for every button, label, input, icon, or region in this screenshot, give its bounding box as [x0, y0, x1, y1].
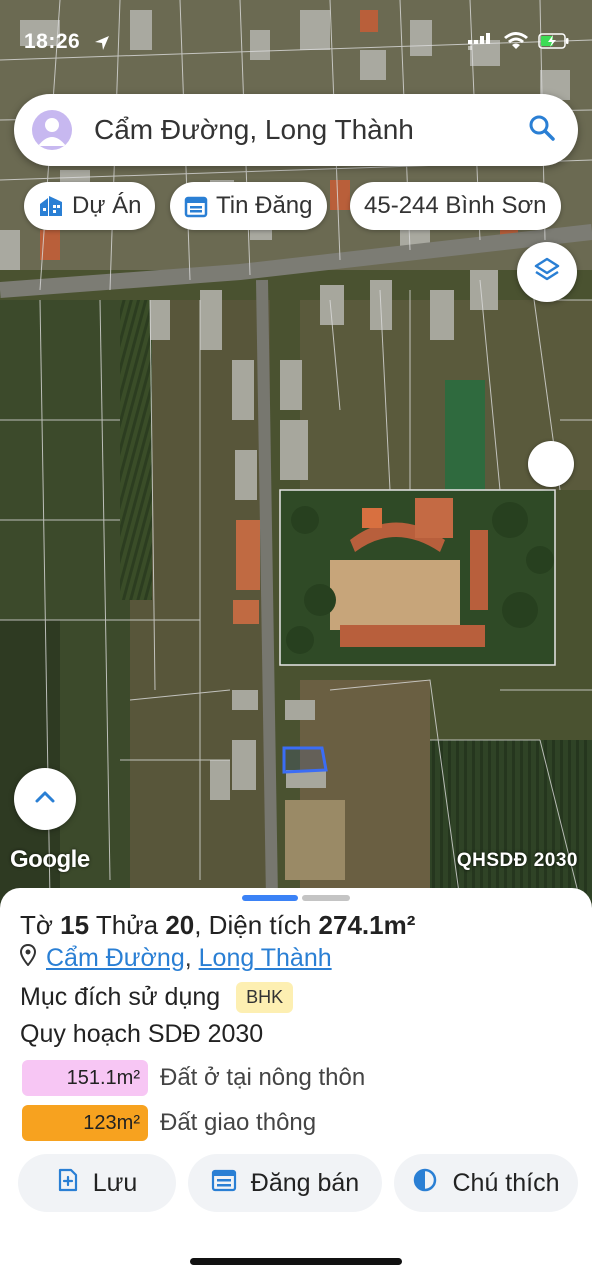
area-value: 274.1m²: [318, 910, 416, 940]
cellular-signal-icon: [468, 32, 494, 55]
save-button-label: Lưu: [92, 1168, 138, 1197]
building-icon: [38, 194, 64, 218]
calendar-icon: [211, 1168, 237, 1199]
sheet-page-indicator-active[interactable]: [242, 895, 298, 901]
location-arrow-icon: [93, 34, 111, 57]
legend-button[interactable]: Chú thích: [394, 1154, 578, 1212]
status-icons: [468, 32, 570, 55]
search-input[interactable]: Cẩm Đường, Long Thành: [94, 114, 528, 146]
search-icon[interactable]: [528, 114, 556, 147]
planning-title: Quy hoạch SDĐ 2030: [20, 1020, 264, 1048]
expand-button[interactable]: [14, 768, 76, 830]
layers-button[interactable]: [517, 242, 577, 302]
legend-icon: [412, 1167, 438, 1200]
zone-label: Đất giao thông: [160, 1109, 317, 1136]
district-link[interactable]: Long Thành: [199, 944, 332, 973]
chevron-up-icon: [34, 790, 56, 809]
google-logo: Google: [10, 846, 90, 873]
location-pin-icon: [19, 943, 37, 973]
wifi-icon: [504, 32, 528, 55]
purpose-row: Mục đích sử dụng BHK: [20, 982, 294, 1013]
purpose-code-badge: BHK: [236, 982, 294, 1013]
status-bar: 18:26: [0, 0, 592, 90]
chip-projects[interactable]: Dự Án: [24, 182, 156, 230]
action-bar: Lưu Đăng bán Chú thích: [18, 1154, 578, 1212]
title-prefix: Tờ: [20, 910, 53, 940]
parcel-info-sheet: Tờ 15 Thửa 20, Diện tích 274.1m² Cẩm Đườ…: [0, 888, 592, 1280]
post-for-sale-button[interactable]: Đăng bán: [188, 1154, 382, 1212]
zone-area-chip: 123m²: [22, 1105, 148, 1141]
zone-label: Đất ở tại nông thôn: [160, 1064, 366, 1091]
chip-listings-label: Tin Đăng: [216, 192, 313, 219]
area-label: , Diện tích: [194, 910, 312, 940]
chip-projects-label: Dự Án: [72, 192, 142, 219]
commune-link[interactable]: Cẩm Đường: [46, 944, 185, 973]
post-for-sale-label: Đăng bán: [250, 1168, 360, 1197]
calendar-icon: [184, 194, 208, 218]
zone-row: 123m² Đất giao thông: [22, 1105, 316, 1141]
opacity-slider-handle[interactable]: [528, 441, 574, 487]
zone-row: 151.1m² Đất ở tại nông thôn: [22, 1060, 365, 1096]
address-row: Cẩm Đường, Long Thành: [19, 943, 332, 973]
purpose-label: Mục đích sử dụng: [20, 983, 221, 1011]
chip-listings[interactable]: Tin Đăng: [170, 182, 327, 230]
address-separator: ,: [184, 944, 192, 972]
plot-word: Thửa: [95, 910, 159, 940]
chip-route-label: 45-244 Bình Sơn: [364, 192, 547, 219]
save-button[interactable]: Lưu: [18, 1154, 176, 1212]
sheet-page-indicator[interactable]: [302, 895, 350, 901]
plot-number: 20: [165, 910, 195, 940]
map-layer-label: QHSDĐ 2030: [456, 850, 578, 871]
bookmark-add-icon: [57, 1168, 79, 1199]
sheet-number: 15: [60, 910, 90, 940]
avatar[interactable]: [32, 110, 72, 150]
zone-area-chip: 151.1m²: [22, 1060, 148, 1096]
legend-label: Chú thích: [452, 1168, 560, 1197]
user-icon: [38, 118, 66, 146]
status-time: 18:26: [24, 30, 81, 53]
home-indicator[interactable]: [190, 1258, 402, 1265]
chip-route[interactable]: 45-244 Bình Sơn: [350, 182, 561, 230]
parcel-title: Tờ 15 Thửa 20, Diện tích 274.1m²: [20, 910, 415, 941]
battery-charging-icon: [538, 32, 570, 55]
search-bar[interactable]: Cẩm Đường, Long Thành: [14, 94, 578, 166]
layers-icon: [532, 255, 562, 290]
